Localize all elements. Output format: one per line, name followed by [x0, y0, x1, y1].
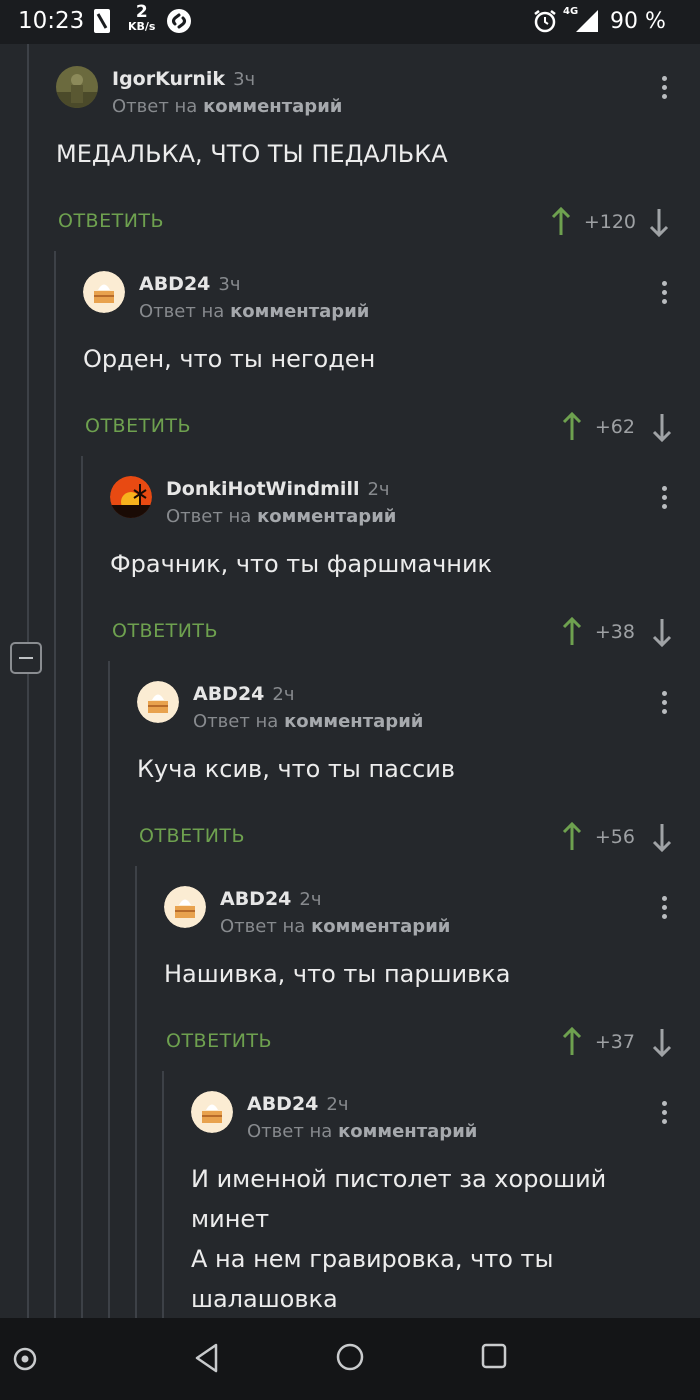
vote-control: +62 [561, 412, 681, 442]
score: +37 [594, 1031, 635, 1053]
collapse-thread-button[interactable] [10, 642, 42, 674]
comment-time: 3ч [218, 274, 241, 295]
assistant-icon[interactable] [12, 1346, 38, 1372]
more-options-icon[interactable] [662, 691, 668, 718]
username[interactable]: DonkiHotWindmill 2ч [166, 478, 390, 500]
reply-button[interactable]: ОТВЕТИТЬ [58, 210, 164, 232]
reply-button[interactable]: ОТВЕТИТЬ [85, 415, 191, 437]
reply-target-link[interactable]: комментарий [338, 1121, 477, 1142]
comment-time: 2ч [272, 684, 295, 705]
comment: DonkiHotWindmill 2ч Ответ на комментарий … [110, 476, 700, 656]
cake-avatar[interactable] [191, 1091, 233, 1133]
thread-line [108, 661, 110, 1318]
reply-target-link[interactable]: комментарий [203, 96, 342, 117]
comment: ABD24 2ч Ответ на комментарий Куча ксив, … [137, 681, 700, 861]
thread-line [135, 866, 137, 1318]
reply-to: Ответ на комментарий [220, 916, 451, 937]
reply-to: Ответ на комментарий [112, 96, 343, 117]
score: +62 [594, 416, 635, 438]
reply-to: Ответ на комментарий [139, 301, 370, 322]
downvote-icon[interactable] [651, 412, 673, 442]
comment-text: Куча ксив, что ты пассив [137, 755, 456, 783]
comment: ABD24 3ч Ответ на комментарий Орден, что … [83, 271, 700, 451]
home-icon[interactable] [335, 1342, 365, 1372]
cake-avatar[interactable] [83, 271, 125, 313]
system-nav-bar [0, 1318, 700, 1400]
comment-time: 2ч [367, 479, 390, 500]
downvote-icon[interactable] [648, 207, 670, 237]
comment-thread: IgorKurnik 3ч Ответ на комментарий МЕДАЛЬ… [0, 44, 700, 1318]
sim-card-icon [94, 9, 110, 33]
username[interactable]: ABD24 2ч [220, 888, 322, 910]
comment-time: 2ч [299, 889, 322, 910]
net-speed: 2 KB/s [128, 2, 156, 33]
downvote-icon[interactable] [651, 617, 673, 647]
reply-button[interactable]: ОТВЕТИТЬ [139, 825, 245, 847]
thread-line [54, 251, 56, 1318]
score: +38 [594, 621, 635, 643]
downvote-icon[interactable] [651, 1027, 673, 1057]
reply-target-link[interactable]: комментарий [311, 916, 450, 937]
sunset-windmill-avatar[interactable] [110, 476, 152, 518]
cake-avatar[interactable] [164, 886, 206, 928]
reply-button[interactable]: ОТВЕТИТЬ [166, 1030, 272, 1052]
comment-time: 3ч [233, 69, 256, 90]
alarm-icon [534, 10, 556, 33]
comment-text: Орден, что ты негоден [83, 345, 376, 373]
score: +56 [594, 826, 635, 848]
vote-control: +56 [561, 822, 681, 852]
reply-to: Ответ на комментарий [193, 711, 424, 732]
recents-icon[interactable] [480, 1342, 508, 1372]
soldier-avatar[interactable] [56, 66, 98, 108]
comment: ABD24 2ч Ответ на комментарий Нашивка, чт… [164, 886, 700, 1066]
vote-control: +37 [561, 1027, 681, 1057]
comment-text: И именной пистолет за хороший минет А на… [191, 1165, 607, 1313]
more-options-icon[interactable] [662, 76, 668, 103]
comment: IgorKurnik 3ч Ответ на комментарий МЕДАЛЬ… [56, 66, 700, 246]
more-options-icon[interactable] [662, 281, 668, 308]
more-options-icon[interactable] [662, 486, 668, 513]
more-options-icon[interactable] [662, 1101, 668, 1128]
username[interactable]: ABD24 2ч [193, 683, 295, 705]
reply-to: Ответ на комментарий [247, 1121, 478, 1142]
thread-line [81, 456, 83, 1318]
thread-line [27, 44, 29, 1318]
shazam-icon [167, 9, 191, 33]
upvote-icon[interactable] [550, 207, 572, 237]
more-options-icon[interactable] [662, 896, 668, 923]
back-icon[interactable] [192, 1342, 222, 1374]
comment-text: Фрачник, что ты фаршмачник [110, 550, 493, 578]
thread-line [162, 1071, 164, 1318]
vote-control: +120 [550, 207, 680, 237]
downvote-icon[interactable] [651, 822, 673, 852]
reply-target-link[interactable]: комментарий [230, 301, 369, 322]
comment-text: Нашивка, что ты паршивка [164, 960, 511, 988]
username[interactable]: IgorKurnik 3ч [112, 68, 255, 90]
battery-level: 90 % [610, 9, 666, 34]
username[interactable]: ABD24 2ч [247, 1093, 349, 1115]
signal-icon [576, 10, 598, 32]
reply-to: Ответ на комментарий [166, 506, 397, 527]
vote-control: +38 [561, 617, 681, 647]
reply-button[interactable]: ОТВЕТИТЬ [112, 620, 218, 642]
cake-avatar[interactable] [137, 681, 179, 723]
status-bar: 10:23 2 KB/s 4G 90 % [0, 0, 700, 44]
comment: ABD24 2ч Ответ на комментарий И именной п… [191, 1091, 700, 1318]
username[interactable]: ABD24 3ч [139, 273, 241, 295]
score: +120 [583, 211, 636, 233]
comment-time: 2ч [326, 1094, 349, 1115]
reply-target-link[interactable]: комментарий [284, 711, 423, 732]
reply-target-link[interactable]: комментарий [257, 506, 396, 527]
clock: 10:23 [18, 8, 85, 34]
comment-text: МЕДАЛЬКА, ЧТО ТЫ ПЕДАЛЬКА [56, 140, 448, 168]
